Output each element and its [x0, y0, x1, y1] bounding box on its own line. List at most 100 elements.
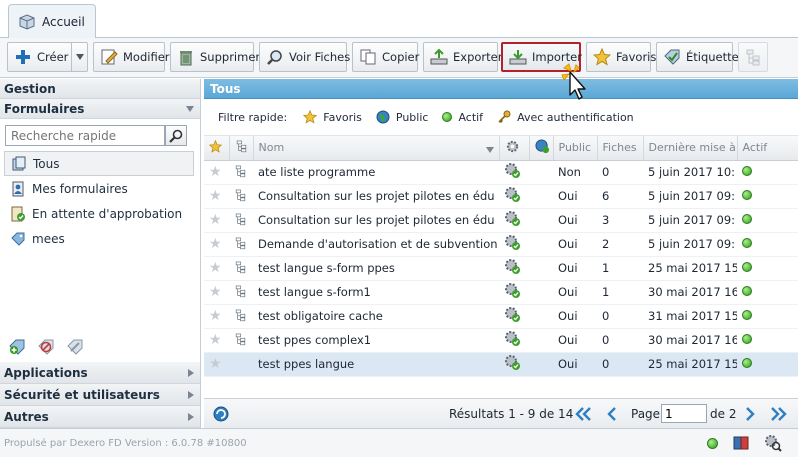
- filter-authentication[interactable]: Avec authentification: [497, 110, 634, 124]
- filter-label: Public: [395, 110, 429, 124]
- refresh-icon[interactable]: [212, 405, 230, 423]
- sidebar-item-en-attente[interactable]: En attente d'approbation: [0, 201, 200, 226]
- applications-label: Applications: [4, 365, 88, 380]
- row-name[interactable]: test obligatoire cache: [253, 304, 499, 329]
- add-label-icon[interactable]: [8, 338, 26, 356]
- row-public: Oui: [553, 208, 597, 233]
- favorite-star-icon[interactable]: ★: [204, 184, 229, 209]
- filter-favorites[interactable]: Favoris: [303, 110, 362, 124]
- forms-stack-icon: [12, 156, 26, 170]
- row-settings[interactable]: [499, 256, 529, 281]
- row-settings[interactable]: [499, 328, 529, 353]
- gestion-header[interactable]: Gestion: [0, 79, 200, 99]
- favorite-star-icon[interactable]: ★: [204, 232, 229, 257]
- search-button[interactable]: [165, 125, 187, 146]
- row-name[interactable]: test langue s-form1: [253, 280, 499, 305]
- row-name[interactable]: ate liste programme: [253, 160, 499, 185]
- row-forms: 1: [597, 256, 643, 281]
- filter-active[interactable]: Actif: [442, 111, 483, 124]
- active-dot-icon: [742, 310, 752, 320]
- row-name[interactable]: Consultation sur les projet pilotes en é…: [253, 208, 499, 233]
- quick-search-input[interactable]: [5, 125, 165, 146]
- col-tree[interactable]: [229, 136, 254, 161]
- remove-label-icon[interactable]: [37, 338, 55, 356]
- row-settings[interactable]: [499, 232, 529, 257]
- formulaires-header[interactable]: Formulaires: [0, 99, 200, 119]
- sidebar-item-tous[interactable]: Tous: [4, 151, 194, 176]
- table-row[interactable]: ★ Consultation sur les projet pilotes en …: [204, 208, 798, 233]
- tree-icon: [235, 189, 246, 201]
- favorite-star-icon[interactable]: ★: [204, 280, 229, 305]
- row-settings[interactable]: [499, 304, 529, 329]
- col-settings[interactable]: [499, 136, 530, 161]
- col-favorite[interactable]: [204, 136, 230, 161]
- settings-search-icon[interactable]: [764, 434, 782, 452]
- table-row[interactable]: ★ test ppes complex1 Oui 0 30 mai 2017 16: [204, 328, 798, 353]
- table-row[interactable]: ★ Consultation sur les projet pilotes en …: [204, 184, 798, 209]
- tree-icon: [235, 333, 246, 345]
- row-settings[interactable]: [499, 184, 529, 209]
- table-row[interactable]: ★ test obligatoire cache Oui 0 31 mai 2017 1…: [204, 304, 798, 329]
- first-page-icon[interactable]: [574, 406, 592, 422]
- copy-button[interactable]: Copier: [352, 42, 419, 72]
- create-button[interactable]: Créer: [7, 42, 72, 72]
- gear-check-icon: [505, 331, 520, 346]
- quick-search: [0, 119, 200, 151]
- edit-form-icon: [101, 49, 118, 65]
- applications-header[interactable]: Applications: [0, 362, 200, 384]
- page-number-input[interactable]: [661, 404, 707, 423]
- previous-page-icon[interactable]: [606, 406, 618, 422]
- row-name[interactable]: Demande d'autorisation et de subvention: [253, 232, 499, 257]
- row-name[interactable]: test langue s-form ppes: [253, 256, 499, 281]
- favorite-star-icon[interactable]: ★: [204, 208, 229, 233]
- col-active[interactable]: Actif: [737, 136, 798, 161]
- col-last-update[interactable]: Dernière mise à jour: [643, 136, 738, 161]
- col-name[interactable]: Nom: [253, 136, 500, 161]
- others-header[interactable]: Autres: [0, 406, 200, 428]
- col-public[interactable]: Public: [553, 136, 598, 161]
- edit-label-icon[interactable]: [66, 338, 84, 356]
- row-name[interactable]: test ppes complex1: [253, 328, 499, 353]
- sidebar-item-mes-formulaires[interactable]: Mes formulaires: [0, 176, 200, 201]
- favorite-star-icon[interactable]: ★: [204, 352, 229, 377]
- star-icon: [593, 48, 611, 66]
- favorites-button[interactable]: Favoris: [586, 42, 656, 72]
- modify-button[interactable]: Modifier: [93, 42, 170, 72]
- table-row[interactable]: ★ test langue s-form1 Oui 1 30 mai 2017 16: [204, 280, 798, 305]
- create-dropdown-button[interactable]: [71, 42, 88, 72]
- table-row[interactable]: ★ test ppes langue Oui 0 25 mai 2017 15: [204, 352, 798, 377]
- favorite-star-icon[interactable]: ★: [204, 328, 229, 353]
- row-active: [737, 304, 798, 329]
- table-row[interactable]: ★ Demande d'autorisation et de subvention…: [204, 232, 798, 257]
- export-button[interactable]: Exporter: [423, 42, 502, 72]
- row-settings[interactable]: [499, 280, 529, 305]
- row-name[interactable]: test ppes langue: [253, 352, 499, 377]
- favorite-star-icon[interactable]: ★: [204, 160, 229, 185]
- tree-view-button[interactable]: [738, 42, 768, 72]
- label-button[interactable]: Étiquette: [656, 42, 739, 72]
- sidebar-item-mees[interactable]: mees: [0, 226, 200, 251]
- table-row[interactable]: ★ test langue s-form ppes Oui 1 25 mai 2017 …: [204, 256, 798, 281]
- next-page-icon[interactable]: [744, 406, 756, 422]
- active-dot-icon: [742, 214, 752, 224]
- row-settings[interactable]: [499, 352, 529, 377]
- col-status[interactable]: [529, 136, 554, 161]
- favorite-star-icon[interactable]: ★: [204, 256, 229, 281]
- security-header[interactable]: Sécurité et utilisateurs: [0, 384, 200, 406]
- last-page-icon[interactable]: [770, 406, 788, 422]
- book-help-icon[interactable]: [732, 434, 750, 452]
- table-row[interactable]: ★ ate liste programme Non 0 5 juin 2017 10:: [204, 160, 798, 185]
- col-forms[interactable]: Fiches: [597, 136, 644, 161]
- copy-icon: [360, 49, 376, 65]
- tree-icon-cell: [229, 208, 253, 233]
- view-forms-button[interactable]: Voir Fiches: [259, 42, 350, 72]
- delete-button[interactable]: Supprimer: [170, 42, 260, 72]
- active-dot-icon: [442, 112, 453, 122]
- favorite-star-icon[interactable]: ★: [204, 304, 229, 329]
- tab-accueil[interactable]: Accueil: [8, 4, 96, 39]
- row-settings[interactable]: [499, 160, 529, 185]
- row-settings[interactable]: [499, 208, 529, 233]
- filter-public[interactable]: Public: [376, 110, 429, 124]
- import-button[interactable]: Importer: [501, 42, 582, 72]
- row-name[interactable]: Consultation sur les projet pilotes en é…: [253, 184, 499, 209]
